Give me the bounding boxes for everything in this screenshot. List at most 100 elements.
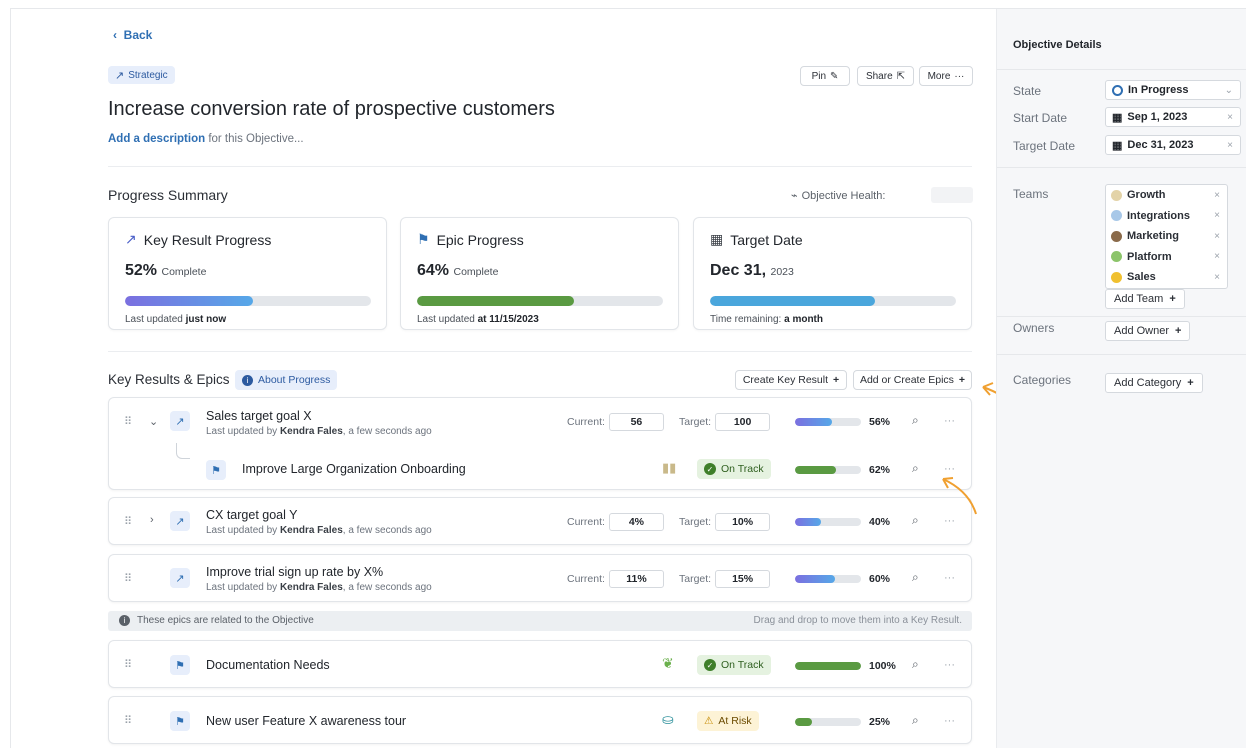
epic-flag-icon: ⚑ — [170, 655, 190, 675]
team-chip[interactable]: Sales × — [1106, 267, 1227, 288]
strategic-tag[interactable]: ↗ Strategic — [108, 66, 175, 84]
team-avatar-icon: ❦ — [662, 655, 674, 671]
team-chip[interactable]: Growth × — [1106, 185, 1227, 206]
epic-name[interactable]: New user Feature X awareness tour — [206, 714, 406, 728]
target-value[interactable]: 15% — [715, 570, 771, 588]
team-name: Marketing — [1127, 230, 1179, 243]
team-icon — [1111, 251, 1122, 263]
share-button[interactable]: Share ⇱ — [857, 66, 914, 86]
current-value[interactable]: 56 — [608, 413, 664, 431]
remove-icon[interactable]: × — [1214, 251, 1220, 262]
zoom-icon[interactable]: ⌕ — [912, 657, 919, 672]
zoom-icon[interactable]: ⌕ — [912, 461, 919, 476]
kr-name[interactable]: Improve trial sign up rate by X% — [206, 565, 383, 579]
more-options-icon[interactable]: ··· — [944, 572, 955, 584]
drag-handle-icon[interactable]: ⠿ — [124, 714, 132, 727]
drag-handle-icon[interactable]: ⠿ — [124, 658, 132, 671]
updated-prefix: Last updated by — [206, 582, 280, 593]
team-chip[interactable]: Platform × — [1106, 247, 1227, 268]
zoom-icon[interactable]: ⌕ — [912, 570, 919, 585]
drag-handle-icon[interactable]: ⠿ — [124, 572, 132, 585]
add-description-link[interactable]: Add a description — [108, 133, 205, 145]
zoom-icon[interactable]: ⌕ — [912, 413, 919, 428]
add-epics-button[interactable]: Add or Create Epics + — [853, 370, 972, 390]
description-prompt[interactable]: Add a description for this Objective... — [108, 133, 304, 145]
target-value[interactable]: 100 — [715, 413, 771, 431]
current-field[interactable]: Current: 4% — [567, 513, 664, 531]
key-result-row[interactable]: ⠿ › ↗ CX target goal Y Last updated by K… — [108, 497, 972, 545]
state-value: In Progress — [1128, 84, 1189, 96]
back-link[interactable]: ‹ Back — [113, 28, 152, 42]
pin-button[interactable]: Pin ✎ — [800, 66, 850, 86]
remove-icon[interactable]: × — [1214, 231, 1220, 242]
clear-icon[interactable]: × — [1227, 112, 1233, 123]
team-chip[interactable]: Marketing × — [1106, 226, 1227, 247]
kr-updated: Last updated by Kendra Fales, a few seco… — [206, 582, 432, 593]
status-badge[interactable]: ⚠ At Risk — [697, 711, 759, 731]
team-chip[interactable]: Integrations × — [1106, 206, 1227, 227]
add-owner-button[interactable]: Add Owner + — [1105, 321, 1191, 341]
remove-icon[interactable]: × — [1214, 272, 1220, 283]
epic-name[interactable]: Improve Large Organization Onboarding — [242, 462, 466, 476]
add-category-label: Add Category — [1114, 377, 1182, 389]
pin-label: Pin — [811, 70, 827, 82]
ellipsis-icon: ··· — [954, 70, 965, 82]
target-field[interactable]: Target: 10% — [679, 513, 771, 531]
epic-percent: 62% — [869, 464, 891, 476]
arrow-path — [942, 478, 977, 515]
drag-handle-icon[interactable]: ⠿ — [124, 415, 132, 428]
card-value-suffix: Complete — [161, 266, 207, 278]
clear-icon[interactable]: × — [1227, 140, 1233, 151]
more-button[interactable]: More ··· — [919, 66, 973, 86]
add-category-button[interactable]: Add Category + — [1105, 373, 1203, 393]
key-result-row[interactable]: ⠿ ↗ Improve trial sign up rate by X% Las… — [108, 554, 972, 602]
epic-progress-bar — [795, 466, 861, 474]
remove-icon[interactable]: × — [1214, 190, 1220, 201]
updated-user: Kendra Fales — [279, 426, 343, 437]
trend-icon: ↗ — [115, 69, 125, 82]
epic-percent: 100% — [869, 660, 896, 672]
drag-handle-icon[interactable]: ⠿ — [124, 515, 132, 528]
about-progress-button[interactable]: i About Progress — [235, 370, 338, 390]
create-key-result-button[interactable]: Create Key Result + — [735, 370, 847, 390]
target-field[interactable]: Target: 100 — [679, 413, 771, 431]
card-progress-fill — [417, 296, 575, 306]
key-result-row[interactable]: ⠿ ⌄ ↗ Sales target goal X Last updated b… — [108, 397, 972, 490]
epic-name[interactable]: Documentation Needs — [206, 658, 330, 672]
team-icon — [1111, 230, 1122, 242]
more-options-icon[interactable]: ··· — [944, 415, 955, 427]
current-value[interactable]: 11% — [608, 570, 664, 588]
current-value[interactable]: 4% — [608, 513, 664, 531]
zoom-icon[interactable]: ⌕ — [912, 713, 919, 728]
kr-name[interactable]: CX target goal Y — [206, 508, 298, 522]
current-field[interactable]: Current: 56 — [567, 413, 664, 431]
current-field[interactable]: Current: 11% — [567, 570, 664, 588]
zoom-icon[interactable]: ⌕ — [912, 513, 919, 528]
check-icon: ✓ — [704, 463, 716, 475]
more-options-icon[interactable]: ··· — [944, 659, 955, 671]
status-badge[interactable]: ✓ On Track — [697, 655, 771, 675]
start-date-field[interactable]: ▦ Sep 1, 2023 × — [1105, 107, 1241, 127]
teams-list: Growth × Integrations × Marketing × Platfor… — [1105, 184, 1228, 289]
epic-row[interactable]: ⠿ ⚑ Documentation Needs ❦ ✓ On Track 100%… — [108, 640, 972, 688]
target-value[interactable]: 10% — [715, 513, 771, 531]
add-team-button[interactable]: Add Team + — [1105, 289, 1185, 309]
notice-left: These epics are related to the Objective — [137, 615, 314, 626]
state-select[interactable]: In Progress ⌄ — [1105, 80, 1241, 100]
remove-icon[interactable]: × — [1214, 210, 1220, 221]
chevron-right-icon[interactable]: › — [150, 514, 154, 526]
more-label: More — [927, 70, 951, 82]
team-icon — [1111, 271, 1122, 283]
more-options-icon[interactable]: ··· — [944, 715, 955, 727]
progress-icon — [1112, 84, 1123, 96]
objective-title[interactable]: Increase conversion rate of prospective … — [108, 98, 555, 121]
target-date-field[interactable]: ▦ Dec 31, 2023 × — [1105, 135, 1241, 155]
target-field[interactable]: Target: 15% — [679, 570, 771, 588]
related-epics-notice: i These epics are related to the Objecti… — [108, 611, 972, 631]
kr-name[interactable]: Sales target goal X — [206, 409, 312, 423]
kr-progress-fill — [795, 418, 832, 426]
epic-progress-bar — [795, 718, 861, 726]
status-badge[interactable]: ✓ On Track — [697, 459, 771, 479]
epic-row[interactable]: ⠿ ⚑ New user Feature X awareness tour ⛀ … — [108, 696, 972, 744]
chevron-down-icon[interactable]: ⌄ — [149, 415, 158, 428]
